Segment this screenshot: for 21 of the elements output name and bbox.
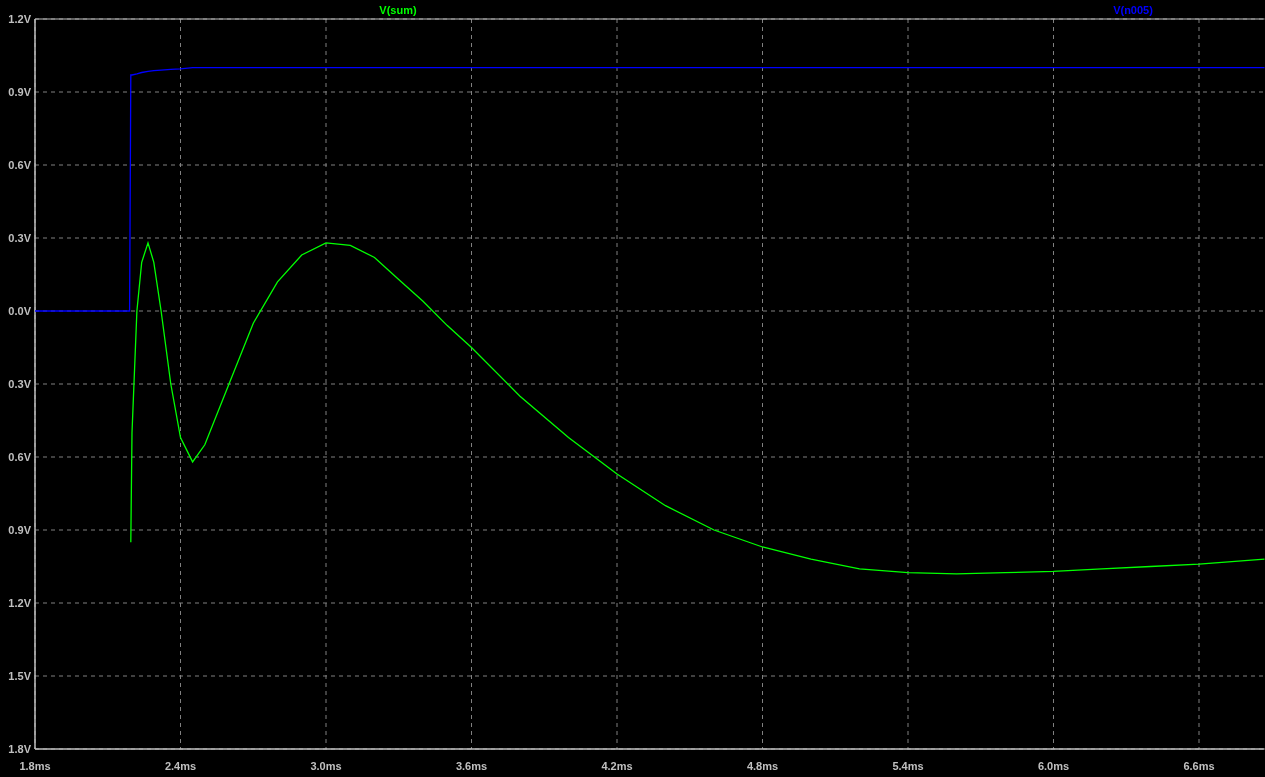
x-tick-label: 6.0ms xyxy=(1037,760,1070,772)
x-tick-label: 3.0ms xyxy=(310,760,342,772)
y-tick-label: 0.9V xyxy=(8,524,31,536)
y-tick-label: 1.2V xyxy=(8,597,31,609)
y-tick-label: 0.9V xyxy=(8,86,31,98)
y-tick-label: 1.2V xyxy=(8,13,31,25)
y-tick-label: 0.0V xyxy=(8,305,31,317)
x-tick-label: 4.2ms xyxy=(601,760,633,772)
x-tick-label: 4.8ms xyxy=(746,760,779,772)
y-tick-label: 0.3V xyxy=(8,378,31,390)
x-tick-label: 2.4ms xyxy=(164,760,197,772)
x-tick-label: 1.8ms xyxy=(19,760,51,772)
y-tick-label: 1.5V xyxy=(8,670,31,682)
x-tick-label: 3.6ms xyxy=(455,760,488,772)
x-tick-label: 5.4ms xyxy=(892,760,924,772)
x-tick-label: 6.6ms xyxy=(1183,760,1215,772)
trace-label[interactable]: V(sum) xyxy=(379,4,417,16)
y-tick-label: 0.6V xyxy=(8,159,31,171)
y-tick-label: 0.3V xyxy=(8,232,31,244)
y-tick-label: 1.8V xyxy=(8,743,31,755)
y-tick-label: 0.6V xyxy=(8,451,31,463)
